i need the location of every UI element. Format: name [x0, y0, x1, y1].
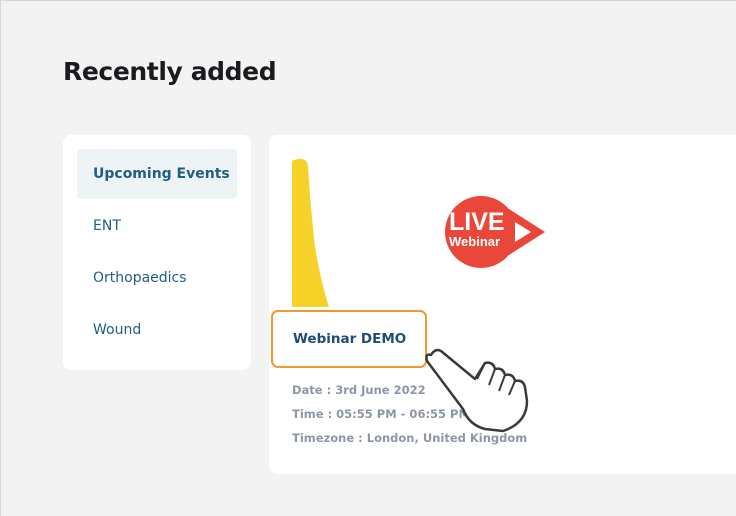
category-sidebar: Upcoming Events ENT Orthopaedics Wound	[63, 135, 251, 370]
app-window: Recently added Upcoming Events ENT Ortho…	[0, 0, 736, 516]
sidebar-item-upcoming-events[interactable]: Upcoming Events	[77, 149, 237, 199]
badge-live-text: LIVE	[449, 208, 505, 236]
sidebar-item-wound[interactable]: Wound	[77, 305, 237, 355]
hand-pointer-icon	[425, 348, 529, 433]
live-webinar-badge: LIVE Webinar	[445, 196, 545, 268]
event-thumbnail-image[interactable]	[291, 157, 331, 307]
page-title: Recently added	[63, 57, 277, 86]
sidebar-item-orthopaedics[interactable]: Orthopaedics	[77, 253, 237, 303]
badge-webinar-text: Webinar	[449, 234, 500, 249]
event-card: LIVE Webinar Webinar DEMO Date : 3rd Jun…	[269, 135, 736, 474]
sidebar-item-label: Orthopaedics	[93, 270, 187, 286]
webinar-title-link[interactable]: Webinar DEMO	[271, 310, 427, 368]
sidebar-item-ent[interactable]: ENT	[77, 201, 237, 251]
sidebar-item-label: ENT	[93, 218, 121, 234]
event-date: Date : 3rd June 2022	[292, 383, 426, 397]
sidebar-item-label: Wound	[93, 322, 142, 338]
sidebar-item-label: Upcoming Events	[93, 166, 230, 182]
